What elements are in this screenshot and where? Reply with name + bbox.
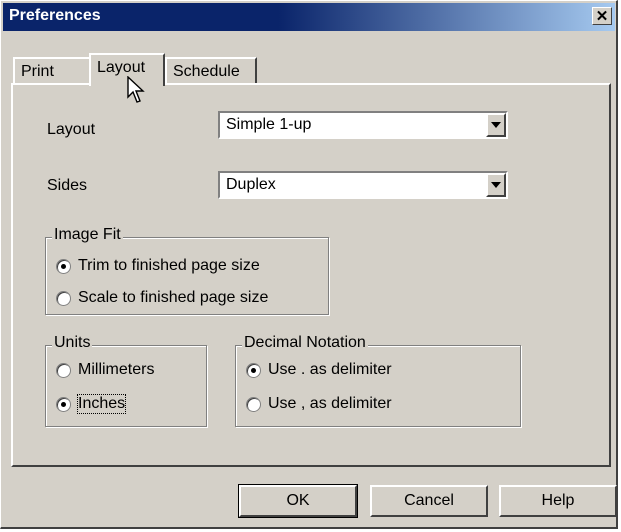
sides-select[interactable]: Duplex xyxy=(218,171,508,199)
tab-layout-label: Layout xyxy=(97,59,146,76)
mouse-pointer-icon xyxy=(127,76,145,103)
layout-dropdown-button[interactable] xyxy=(486,113,506,137)
layout-select-value: Simple 1-up xyxy=(226,116,312,133)
tab-print[interactable]: Print xyxy=(13,57,91,85)
window-title: Preferences xyxy=(9,7,101,24)
radio-button[interactable] xyxy=(56,259,71,274)
inches-radio-label: Inches xyxy=(76,394,127,414)
scale-radio-label: Scale to finished page size xyxy=(78,289,269,306)
millimeters-radio-label: Millimeters xyxy=(78,361,155,378)
radio-button[interactable] xyxy=(56,291,71,306)
radio-button[interactable] xyxy=(56,363,71,378)
chevron-down-icon xyxy=(491,182,501,188)
radio-button[interactable] xyxy=(246,363,261,378)
radio-dot xyxy=(61,402,66,407)
trim-radio[interactable]: Trim to finished page size xyxy=(56,256,296,278)
ok-button[interactable]: OK xyxy=(238,484,358,518)
decimal-notation-legend: Decimal Notation xyxy=(242,334,368,352)
close-button[interactable]: ✕ xyxy=(592,7,612,25)
comma-delimiter-radio[interactable]: Use , as delimiter xyxy=(246,394,446,416)
layout-select[interactable]: Simple 1-up xyxy=(218,111,508,139)
trim-radio-label: Trim to finished page size xyxy=(78,257,260,274)
title-bar[interactable]: Preferences ✕ xyxy=(3,3,615,31)
sides-label: Sides xyxy=(47,177,88,194)
sides-select-value: Duplex xyxy=(226,176,276,193)
comma-delimiter-label: Use , as delimiter xyxy=(268,395,392,412)
units-group: Units Millimeters Inches xyxy=(45,334,207,427)
image-fit-group: Image Fit Trim to finished page size Sca… xyxy=(45,226,329,315)
inches-radio[interactable]: Inches xyxy=(56,394,186,416)
radio-dot xyxy=(251,368,256,373)
help-button[interactable]: Help xyxy=(499,485,617,517)
millimeters-radio[interactable]: Millimeters xyxy=(56,360,186,382)
radio-dot xyxy=(61,264,66,269)
dot-delimiter-radio[interactable]: Use . as delimiter xyxy=(246,360,446,382)
cancel-button[interactable]: Cancel xyxy=(370,485,488,517)
layout-label: Layout xyxy=(47,121,96,138)
tab-schedule-label: Schedule xyxy=(173,63,240,80)
radio-button[interactable] xyxy=(246,397,261,412)
sides-dropdown-button[interactable] xyxy=(486,173,506,197)
close-icon: ✕ xyxy=(595,8,609,25)
scale-radio[interactable]: Scale to finished page size xyxy=(56,288,316,310)
tab-print-label: Print xyxy=(21,63,54,80)
preferences-dialog: Preferences ✕ Print Layout Schedule Layo… xyxy=(0,0,618,529)
tab-schedule[interactable]: Schedule xyxy=(165,57,257,85)
radio-button[interactable] xyxy=(56,397,71,412)
dot-delimiter-label: Use . as delimiter xyxy=(268,361,392,378)
units-legend: Units xyxy=(52,334,93,352)
layout-tab-panel: Layout Simple 1-up Sides Duplex Image Fi… xyxy=(11,83,611,467)
chevron-down-icon xyxy=(491,122,501,128)
decimal-notation-group: Decimal Notation Use . as delimiter Use … xyxy=(235,334,521,427)
image-fit-legend: Image Fit xyxy=(52,226,123,244)
